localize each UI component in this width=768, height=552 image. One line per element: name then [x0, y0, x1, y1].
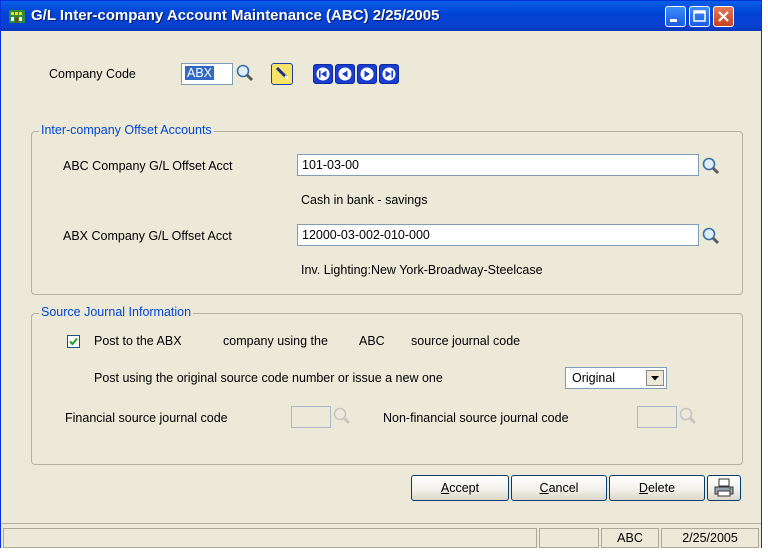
company-code-label: Company Code — [49, 67, 136, 81]
abx-offset-field[interactable]: 12000-03-002-010-000 — [297, 224, 699, 246]
main-window: G/L Inter-company Account Maintenance (A… — [0, 0, 762, 548]
company-code-field[interactable]: ABX — [181, 63, 233, 85]
nonfinancial-journal-field[interactable] — [637, 406, 677, 428]
post-using-select[interactable]: Original — [565, 367, 667, 389]
cancel-button[interactable]: Cancel — [511, 475, 607, 501]
company-code-value: ABX — [185, 66, 215, 80]
financial-journal-label: Financial source journal code — [65, 411, 228, 425]
wand-button[interactable] — [271, 63, 293, 85]
status-company: ABC — [601, 528, 659, 548]
last-record-button[interactable] — [379, 64, 399, 84]
checkmark-icon — [69, 337, 78, 346]
last-record-icon — [382, 67, 396, 81]
next-record-icon — [360, 67, 374, 81]
abx-offset-label: ABX Company G/L Offset Acct — [63, 229, 232, 243]
maximize-icon — [693, 10, 706, 22]
minimize-icon — [670, 19, 677, 22]
first-record-button[interactable] — [313, 64, 333, 84]
lookup-icon[interactable] — [235, 63, 255, 83]
dropdown-arrow-button[interactable] — [646, 370, 664, 386]
abc-offset-description: Cash in bank - savings — [301, 193, 428, 207]
abc-offset-lookup-icon[interactable] — [701, 156, 721, 176]
post-using-label: Post using the original source code numb… — [94, 371, 443, 385]
post-source-text: source journal code — [411, 334, 521, 348]
financial-journal-field[interactable] — [291, 406, 331, 428]
status-date: 2/25/2005 — [661, 528, 759, 548]
financial-lookup-icon[interactable] — [332, 406, 352, 426]
print-button[interactable] — [707, 475, 741, 501]
delete-button[interactable]: Delete — [609, 475, 705, 501]
abx-offset-description: Inv. Lighting:New York-Broadway-Steelcas… — [301, 263, 543, 277]
status-panel-blank — [539, 528, 599, 548]
previous-record-icon — [338, 67, 352, 81]
printer-icon — [714, 478, 734, 497]
accept-button[interactable]: Accept — [411, 475, 509, 501]
post-to-text: Post to the ABX — [94, 334, 182, 348]
accept-mnemonic: A — [440, 481, 450, 495]
previous-record-button[interactable] — [335, 64, 355, 84]
post-to-company-checkbox[interactable] — [67, 335, 80, 348]
post-company-text: company using the — [223, 334, 328, 348]
nonfinancial-journal-label: Non-financial source journal code — [383, 411, 569, 425]
source-journal-title: Source Journal Information — [39, 305, 194, 319]
nonfinancial-lookup-icon[interactable] — [678, 406, 698, 426]
delete-label: elete — [647, 481, 676, 495]
abc-offset-field[interactable]: 101-03-00 — [297, 154, 699, 176]
window-title: G/L Inter-company Account Maintenance (A… — [31, 7, 440, 24]
app-icon — [9, 10, 25, 23]
abc-offset-label: ABC Company G/L Offset Acct — [63, 159, 233, 173]
offset-accounts-title: Inter-company Offset Accounts — [39, 123, 214, 137]
wand-icon — [275, 66, 289, 80]
close-icon — [718, 11, 729, 22]
accept-label: ccept — [449, 481, 480, 495]
status-bar: ABC 2/25/2005 — [1, 523, 761, 548]
dropdown-arrow-icon — [651, 376, 659, 381]
cancel-label: ancel — [548, 481, 579, 495]
abx-offset-lookup-icon[interactable] — [701, 226, 721, 246]
close-button[interactable] — [713, 6, 734, 27]
cancel-mnemonic: C — [539, 481, 549, 495]
title-bar[interactable]: G/L Inter-company Account Maintenance (A… — [1, 1, 761, 31]
delete-mnemonic: D — [638, 481, 648, 495]
post-source-company: ABC — [359, 334, 385, 348]
status-panel-message — [3, 528, 537, 548]
first-record-icon — [316, 67, 330, 81]
next-record-button[interactable] — [357, 64, 377, 84]
maximize-button[interactable] — [689, 6, 710, 27]
minimize-button[interactable] — [665, 6, 686, 27]
post-using-value: Original — [572, 371, 616, 385]
